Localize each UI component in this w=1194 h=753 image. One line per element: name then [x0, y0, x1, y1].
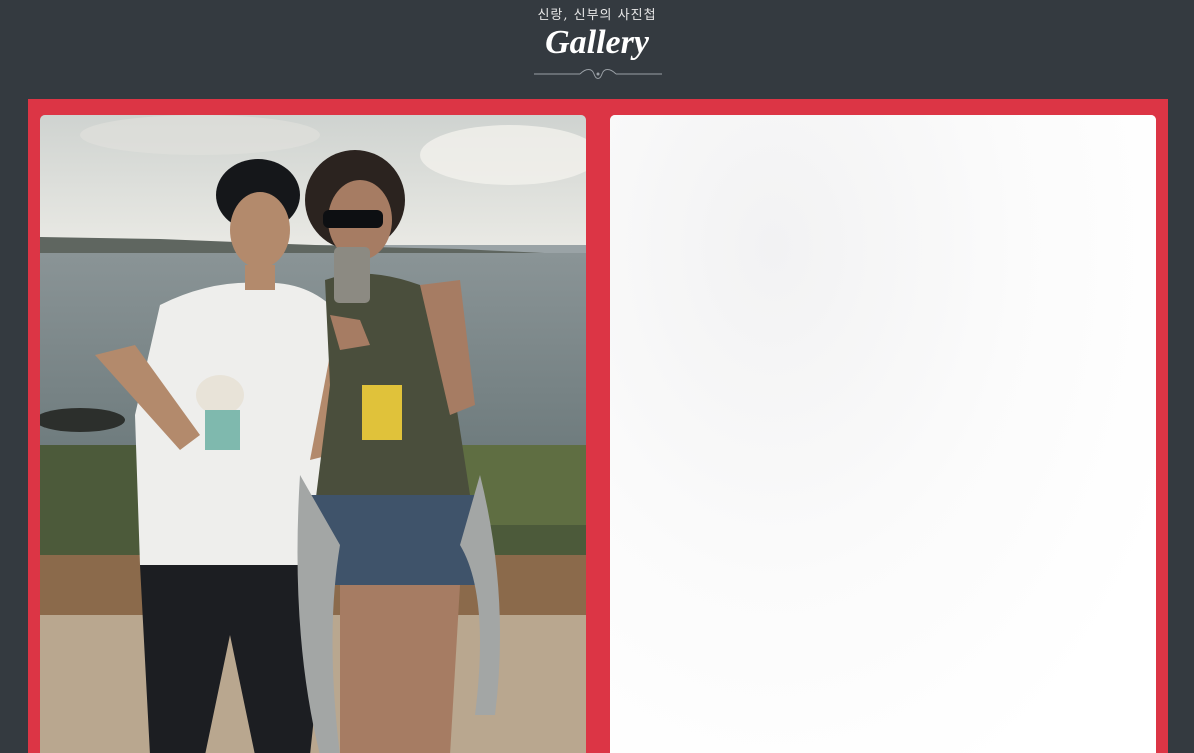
gallery-header: 신랑, 신부의 사진첩 Gallery [0, 0, 1194, 99]
gallery-title: Gallery [545, 24, 649, 61]
blank-photo-image [610, 115, 1156, 753]
gallery-grid [28, 99, 1168, 753]
gallery-photo-2[interactable] [610, 115, 1156, 753]
ornament-divider-icon [534, 69, 662, 79]
gallery-photo-1[interactable] [40, 115, 586, 753]
gallery-subtitle: 신랑, 신부의 사진첩 [537, 8, 657, 23]
couple-photo-image [40, 115, 586, 753]
